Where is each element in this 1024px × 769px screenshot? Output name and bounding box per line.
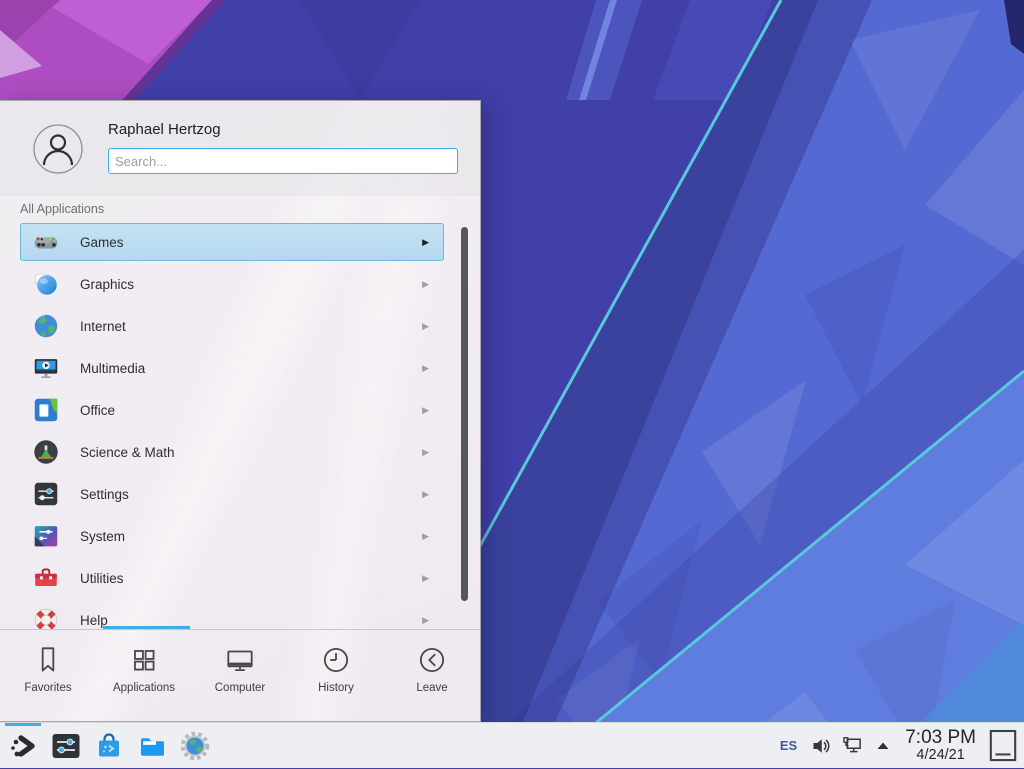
- digital-clock[interactable]: 7:03 PM 4/24/21: [905, 728, 976, 763]
- web-browser-icon: [179, 730, 211, 762]
- submenu-arrow-icon: ▶: [422, 279, 429, 290]
- tab-leave[interactable]: Leave: [384, 630, 480, 722]
- submenu-arrow-icon: ▶: [422, 405, 429, 416]
- clock-time: 7:03 PM: [905, 728, 976, 748]
- games-icon: [31, 227, 61, 257]
- category-item-science-math[interactable]: Science & Math▶: [20, 433, 444, 471]
- category-label: Internet: [80, 319, 422, 334]
- system-settings-button[interactable]: [46, 723, 86, 769]
- show-desktop-icon[interactable]: [988, 729, 1018, 763]
- graphics-icon: [31, 269, 61, 299]
- category-label: Science & Math: [80, 445, 422, 460]
- applications-icon: [127, 643, 161, 677]
- settings-icon: [31, 479, 61, 509]
- category-label: Graphics: [80, 277, 422, 292]
- submenu-arrow-icon: ▶: [422, 321, 429, 332]
- category-item-utilities[interactable]: Utilities▶: [20, 559, 444, 597]
- internet-icon: [31, 311, 61, 341]
- utilities-icon: [31, 563, 61, 593]
- category-label: System: [80, 529, 422, 544]
- submenu-arrow-icon: ▶: [422, 447, 429, 458]
- tab-label: History: [318, 682, 354, 694]
- application-launcher-icon: [7, 730, 39, 762]
- multimedia-icon: [31, 353, 61, 383]
- category-label: Office: [80, 403, 422, 418]
- computer-icon: [223, 643, 257, 677]
- volume-icon[interactable]: [809, 734, 833, 758]
- leave-icon: [415, 643, 449, 677]
- tab-computer[interactable]: Computer: [192, 630, 288, 722]
- submenu-arrow-icon: ▶: [422, 237, 429, 248]
- network-icon[interactable]: [841, 734, 865, 758]
- category-list: Games▶ Graphics▶ Internet▶: [0, 219, 480, 629]
- tab-label: Applications: [113, 682, 175, 694]
- submenu-arrow-icon: ▶: [422, 531, 429, 542]
- category-label: Settings: [80, 487, 422, 502]
- tab-label: Leave: [416, 682, 447, 694]
- system-icon: [31, 521, 61, 551]
- taskbar-panel: ES 7:03 PM 4/24/21: [0, 722, 1024, 768]
- discover-software-center-button[interactable]: [89, 723, 129, 769]
- category-item-office[interactable]: Office▶: [20, 391, 444, 429]
- category-item-games[interactable]: Games▶: [20, 223, 444, 261]
- category-label: Multimedia: [80, 361, 422, 376]
- category-item-multimedia[interactable]: Multimedia▶: [20, 349, 444, 387]
- system-tray: ES 7:03 PM 4/24/21: [772, 723, 1024, 769]
- active-tab-indicator: [103, 626, 190, 629]
- history-icon: [319, 643, 353, 677]
- expand-tray-icon[interactable]: [875, 738, 891, 754]
- file-manager-button[interactable]: [132, 723, 172, 769]
- submenu-arrow-icon: ▶: [422, 363, 429, 374]
- system-settings-icon: [50, 730, 82, 762]
- tab-favorites[interactable]: Favorites: [0, 630, 96, 722]
- menu-tabbar: Favorites Applications Computer: [0, 630, 480, 722]
- section-label: All Applications: [20, 202, 104, 216]
- search-input[interactable]: [108, 148, 458, 174]
- category-item-graphics[interactable]: Graphics▶: [20, 265, 444, 303]
- tab-history[interactable]: History: [288, 630, 384, 722]
- tab-label: Computer: [215, 682, 266, 694]
- web-browser-button[interactable]: [175, 723, 215, 769]
- category-label: Games: [80, 235, 422, 250]
- keyboard-layout-indicator[interactable]: ES: [772, 738, 805, 753]
- help-icon: [31, 605, 61, 629]
- category-item-system[interactable]: System▶: [20, 517, 444, 555]
- category-label: Utilities: [80, 571, 422, 586]
- submenu-arrow-icon: ▶: [422, 615, 429, 626]
- category-item-settings[interactable]: Settings▶: [20, 475, 444, 513]
- submenu-arrow-icon: ▶: [422, 573, 429, 584]
- discover-software-center-icon: [93, 730, 125, 762]
- user-avatar-icon[interactable]: [33, 124, 83, 174]
- category-item-internet[interactable]: Internet▶: [20, 307, 444, 345]
- clock-date: 4/24/21: [916, 748, 964, 763]
- tab-applications[interactable]: Applications: [96, 630, 192, 722]
- office-icon: [31, 395, 61, 425]
- file-manager-icon: [136, 730, 168, 762]
- application-launcher-menu: Raphael Hertzog All Applications Games▶: [0, 100, 481, 722]
- favorites-icon: [31, 643, 65, 677]
- category-item-help[interactable]: Help▶: [20, 601, 444, 629]
- user-name: Raphael Hertzog: [108, 121, 221, 138]
- science-icon: [31, 437, 61, 467]
- application-launcher-button[interactable]: [3, 723, 43, 769]
- scrollbar-thumb[interactable]: [461, 227, 468, 601]
- active-task-indicator: [5, 723, 41, 726]
- submenu-arrow-icon: ▶: [422, 489, 429, 500]
- tab-label: Favorites: [24, 682, 71, 694]
